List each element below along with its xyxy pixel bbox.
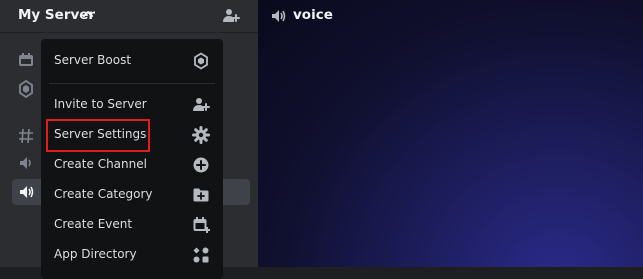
menu-item-create-event[interactable]: Create Event: [41, 212, 223, 238]
chevron-up-icon[interactable]: [82, 9, 94, 19]
highlight-box: [46, 119, 150, 152]
server-dropdown-menu: Server Boost Invite to Server Server Set…: [41, 39, 223, 279]
voice-channel-icon: [20, 157, 31, 169]
add-member-icon[interactable]: [222, 7, 240, 25]
menu-item-label: Invite to Server: [54, 97, 147, 111]
menu-item-create-channel[interactable]: Create Channel: [41, 152, 223, 178]
menu-item-app-directory[interactable]: App Directory: [41, 242, 223, 268]
channel-title: voice: [293, 7, 333, 23]
folder-plus-icon: [193, 188, 209, 202]
add-member-icon: [193, 98, 210, 111]
boost-icon: [194, 52, 208, 70]
menu-item-invite[interactable]: Invite to Server: [41, 92, 223, 118]
gear-icon: [192, 126, 210, 144]
calendar-plus-icon: [193, 217, 210, 233]
menu-item-label: Create Channel: [54, 157, 147, 171]
menu-item-create-category[interactable]: Create Category: [41, 182, 223, 208]
main-content: [258, 0, 643, 267]
text-channel-icon: [19, 128, 33, 144]
events-icon[interactable]: [18, 52, 34, 68]
menu-item-label: Create Category: [54, 187, 153, 201]
menu-item-server-boost[interactable]: Server Boost: [41, 48, 223, 74]
menu-separator: [49, 83, 215, 84]
speaker-icon: [272, 10, 286, 22]
menu-item-label: Create Event: [54, 217, 133, 231]
boost-icon[interactable]: [18, 80, 34, 98]
speaker-icon: [20, 186, 34, 198]
plus-circle-icon: [193, 157, 209, 173]
menu-item-label: App Directory: [54, 247, 137, 261]
menu-item-label: Server Boost: [54, 53, 132, 67]
app-directory-icon: [193, 247, 209, 263]
server-header[interactable]: My Server: [0, 0, 258, 33]
